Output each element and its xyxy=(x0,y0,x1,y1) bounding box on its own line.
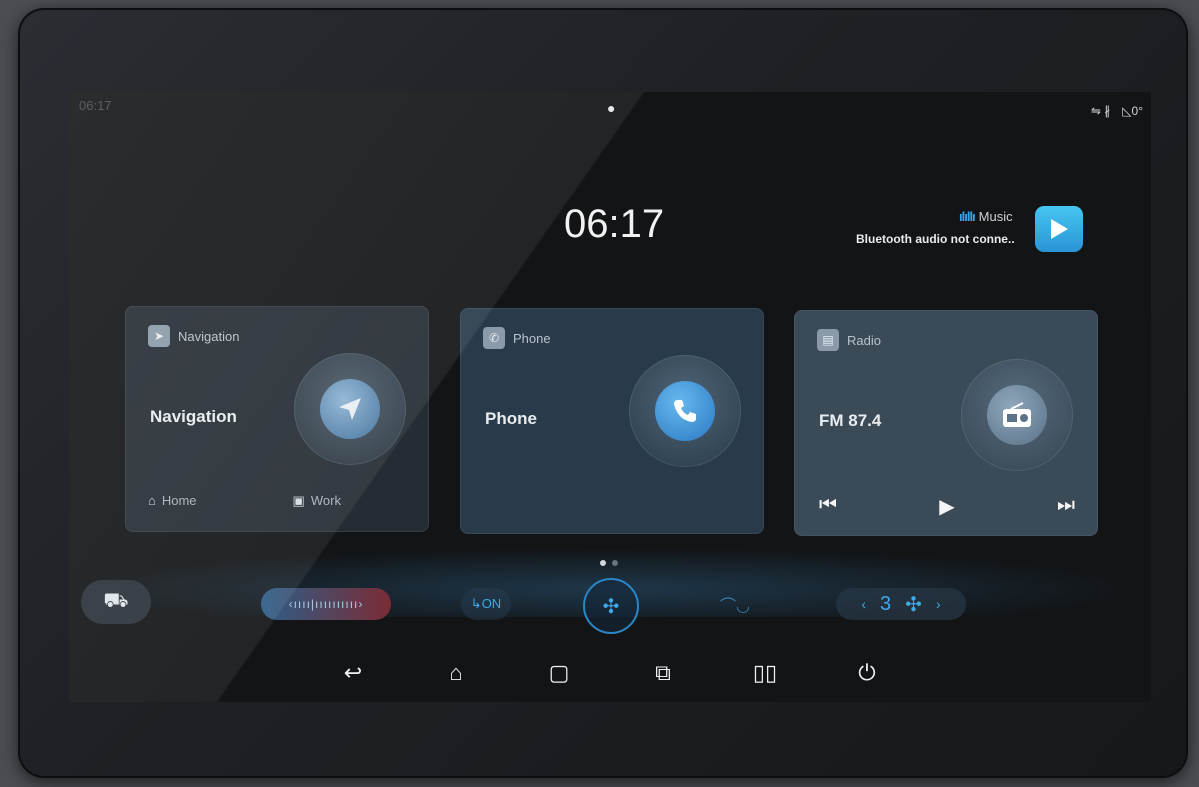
home-shortcut[interactable]: ⌂ Home xyxy=(148,493,197,509)
music-label: ılıllı Music xyxy=(959,209,1013,224)
infotainment-screen: 06:17 ● ⇋ ∦ ◺0° 06:17 ılıllı Music Blueto… xyxy=(69,92,1151,702)
climate-bar: ⛟ ‹ıııı|ıııııııııı› ↳ON ✣ ⌒◡ ‹ 3 ✣ › xyxy=(69,578,1151,634)
equalizer-icon: ılıllı xyxy=(959,209,976,224)
status-icons: ⇋ ∦ ◺0° xyxy=(1091,104,1143,118)
screen-mirror-icon[interactable]: ⧉ xyxy=(647,660,679,686)
home-icon: ⌂ xyxy=(148,493,156,508)
status-time: 06:17 xyxy=(79,98,112,113)
play-icon[interactable]: ▶ xyxy=(939,494,954,519)
home-icon[interactable]: ⌂ xyxy=(440,660,472,686)
navigation-small-icon: ➤ xyxy=(148,325,170,347)
phone-icon xyxy=(655,381,715,441)
radio-small-icon: ▤ xyxy=(817,329,839,351)
car-icon: ⛟ xyxy=(103,589,129,612)
navigation-card-header: ➤ Navigation xyxy=(148,325,239,347)
fan-button[interactable]: ✣ xyxy=(583,578,639,634)
navigation-card[interactable]: ➤ Navigation Navigation ⌂ Home ▣ Work xyxy=(125,306,429,532)
usb-bluetooth-icon: ⇋ ∦ xyxy=(1090,104,1111,118)
fan-speed-icon: ✣ xyxy=(905,593,922,616)
car-airflow-icon: ⌒◡ xyxy=(720,598,750,615)
fan-increase-icon[interactable]: › xyxy=(936,596,941,612)
fan-icon: ✣ xyxy=(602,595,620,618)
next-icon[interactable]: ⏭ xyxy=(1057,494,1075,519)
phone-card-header: ✆ Phone xyxy=(483,327,551,349)
recents-icon[interactable]: ▢ xyxy=(543,660,575,686)
split-icon[interactable]: ▯▯ xyxy=(749,660,781,686)
system-navbar: ↩ ⌂ ▢ ⧉ ▯▯ ⏻ xyxy=(69,654,1151,694)
phone-small-icon: ✆ xyxy=(483,327,505,349)
navigation-shortcuts: ⌂ Home ▣ Work xyxy=(148,493,341,509)
clock: 06:17 xyxy=(564,202,665,246)
prev-icon[interactable]: ⏮ xyxy=(819,494,837,519)
radio-card[interactable]: ▤ Radio FM 87.4 ⏮ ▶ ⏭ xyxy=(794,310,1098,536)
power-icon[interactable]: ⏻ xyxy=(851,660,883,686)
fan-decrease-icon[interactable]: ‹ xyxy=(861,596,866,612)
phone-orb[interactable] xyxy=(629,355,741,467)
car-button[interactable]: ⛟ xyxy=(81,580,151,624)
fan-speed-control: ‹ 3 ✣ › xyxy=(836,588,966,620)
navigation-title: Navigation xyxy=(150,407,237,426)
phone-title: Phone xyxy=(485,409,537,428)
work-shortcut[interactable]: ▣ Work xyxy=(293,493,341,509)
music-status: Bluetooth audio not conne.. xyxy=(856,232,1015,246)
radio-controls: ⏮ ▶ ⏭ xyxy=(819,494,1075,519)
signal-indicator: ◺0° xyxy=(1122,104,1143,118)
temperature-slider[interactable]: ‹ıııı|ıııııııııı› xyxy=(261,588,391,620)
recirculation-button[interactable]: ↳ON xyxy=(461,588,511,620)
navigation-orb[interactable] xyxy=(294,353,406,465)
radio-frequency: FM 87.4 xyxy=(819,411,882,430)
notification-icon[interactable]: ● xyxy=(607,100,623,116)
play-icon xyxy=(1051,219,1068,239)
back-icon[interactable]: ↩ xyxy=(337,660,369,686)
briefcase-icon: ▣ xyxy=(292,493,305,508)
radio-icon xyxy=(987,385,1047,445)
air-car-button[interactable]: ⌒◡ xyxy=(703,588,767,620)
radio-orb[interactable] xyxy=(961,359,1073,471)
fan-speed-value: 3 xyxy=(880,592,892,615)
phone-card[interactable]: ✆ Phone Phone xyxy=(460,308,764,534)
music-play-button[interactable] xyxy=(1035,206,1083,252)
radio-card-header: ▤ Radio xyxy=(817,329,881,351)
navigation-arrow-icon xyxy=(320,379,380,439)
